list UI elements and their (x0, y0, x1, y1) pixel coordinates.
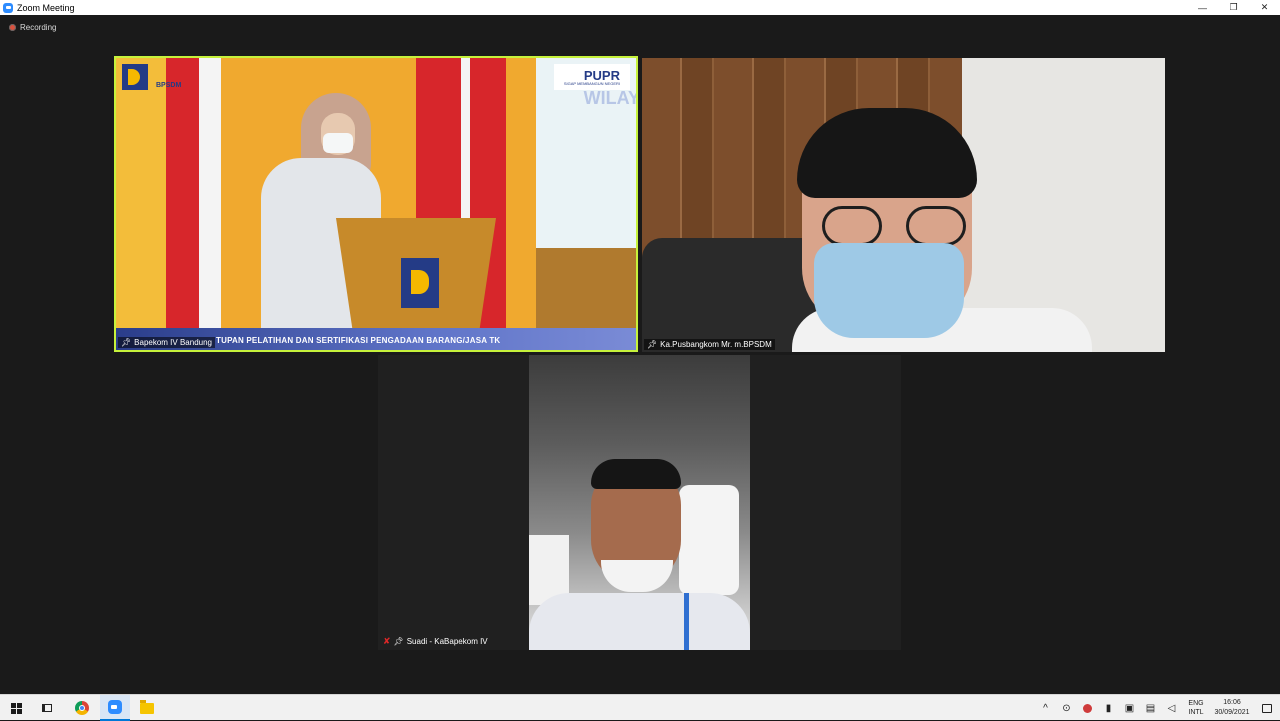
chrome-taskbar-button[interactable] (66, 695, 98, 721)
notification-icon (1262, 703, 1272, 713)
zoom-tray-icon[interactable] (1077, 695, 1098, 721)
volume-icon[interactable]: ◁ (1161, 695, 1182, 721)
banner-text: TUPAN PELATIHAN DAN SERTIFIKASI PENGADAA… (216, 336, 501, 345)
car-window (679, 485, 739, 595)
close-button[interactable]: ✕ (1249, 0, 1280, 15)
video-tile-bapekom[interactable]: WILAY BPSDM PUPR SIGAP MEMBANGUN NEGERI … (114, 56, 638, 352)
title-bar: Zoom Meeting — ❐ ✕ (0, 0, 1280, 15)
video-tile-pusbangkom[interactable]: 📌︎ Ka.Pusbangkom Mr. m.BPSDM (642, 58, 1165, 352)
show-hidden-icons-button[interactable]: ^ (1035, 695, 1056, 721)
language-code: ENG (1188, 700, 1204, 707)
mic-muted-icon: ✘ (383, 636, 391, 646)
zoom-icon (108, 700, 122, 714)
participant-name-tag: 📌︎ Ka.Pusbangkom Mr. m.BPSDM (644, 339, 775, 350)
minimize-button[interactable]: — (1187, 0, 1218, 15)
meet-now-icon[interactable]: ⊙ (1056, 695, 1077, 721)
clock-time: 16:06 (1223, 699, 1241, 706)
windows-taskbar: ^ ⊙ ▮ ▣ ▤ ◁ ENG INTL 16:06 30/09/2021 (0, 694, 1280, 721)
pupr-logo: PUPR SIGAP MEMBANGUN NEGERI (554, 64, 630, 90)
start-button[interactable] (0, 695, 32, 721)
recording-label: Recording (20, 23, 57, 32)
windows-logo-icon (10, 702, 22, 714)
flag (166, 58, 221, 350)
meeting-gallery: Recording WILAY BPSDM PUPR SIGAP MEMBANG… (0, 15, 1280, 694)
participant-shirt (529, 593, 750, 650)
keyboard-layout: INTL (1188, 709, 1204, 716)
network-icon[interactable]: ▤ (1140, 695, 1161, 721)
video-tile-suadi[interactable]: ✘ 📌︎ Suadi - KaBapekom IV (378, 355, 901, 650)
pin-icon: 📌︎ (121, 338, 132, 347)
participant-name: Ka.Pusbangkom Mr. m.BPSDM (660, 340, 772, 349)
participant-name-tag: 📌︎ Bapekom IV Bandung (118, 337, 215, 348)
input-language-indicator[interactable]: ENG INTL (1182, 699, 1210, 717)
glasses (822, 206, 972, 246)
recording-indicator[interactable]: Recording (9, 23, 56, 32)
participant-video (529, 355, 750, 650)
speaker-mask (323, 133, 353, 153)
pin-icon: 📌︎ (393, 637, 404, 646)
participant-name: Suadi - KaBapekom IV (406, 637, 488, 646)
zoom-app-icon (3, 2, 13, 13)
participant-hair (591, 459, 681, 489)
clock[interactable]: 16:06 30/09/2021 (1210, 698, 1254, 718)
file-explorer-taskbar-button[interactable] (132, 695, 162, 721)
pin-icon: 📌︎ (647, 340, 658, 349)
participant-name-tag: ✘ 📌︎ Suadi - KaBapekom IV (380, 635, 491, 648)
recording-dot-icon (9, 24, 16, 31)
backdrop-text: WILAY (583, 88, 638, 108)
participant-name: Bapekom IV Bandung (134, 338, 212, 347)
face-mask (814, 243, 964, 338)
task-view-button[interactable] (32, 695, 62, 721)
glasses-lens (822, 206, 882, 246)
file-explorer-icon (140, 699, 154, 714)
system-tray: ^ ⊙ ▮ ▣ ▤ ◁ ENG INTL 16:06 30/09/2021 (1035, 695, 1280, 721)
zoom-taskbar-button[interactable] (100, 695, 130, 721)
chrome-icon (75, 701, 89, 715)
action-center-button[interactable] (1254, 695, 1280, 721)
clock-date: 30/09/2021 (1214, 709, 1250, 716)
task-view-icon (42, 704, 52, 712)
microphone-icon[interactable]: ▮ (1098, 695, 1119, 721)
podium-logo (401, 258, 439, 308)
glasses-lens (906, 206, 966, 246)
lanyard (684, 593, 689, 650)
window-controls: — ❐ ✕ (1187, 0, 1280, 15)
restore-button[interactable]: ❐ (1218, 0, 1249, 15)
bpsdm-logo: BPSDM (122, 64, 182, 92)
pu-logo-icon (122, 64, 148, 90)
window-title: Zoom Meeting (17, 2, 75, 13)
display-icon[interactable]: ▣ (1119, 695, 1140, 721)
